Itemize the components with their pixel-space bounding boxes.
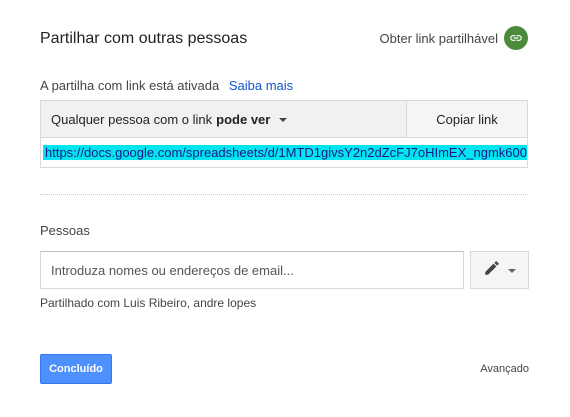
link-sharing-status: A partilha com link está ativada Saiba m… <box>40 78 293 93</box>
section-divider <box>40 194 528 195</box>
dialog-title: Partilhar com outras pessoas <box>40 30 248 47</box>
share-url-field[interactable]: https://docs.google.com/spreadsheets/d/1… <box>43 144 527 161</box>
people-section-label: Pessoas <box>40 223 90 238</box>
link-icon[interactable] <box>504 26 528 50</box>
people-input[interactable] <box>40 251 464 289</box>
learn-more-link[interactable]: Saiba mais <box>229 78 293 93</box>
link-access-prefix: Qualquer pessoa com o link <box>51 111 213 127</box>
link-sharing-panel: Qualquer pessoa com o link pode ver Copi… <box>40 100 528 168</box>
get-shareable-link-label: Obter link partilhável <box>379 30 499 46</box>
shared-with-text: Partilhado com Luis Ribeiro, andre lopes <box>40 296 257 310</box>
caret-down-icon <box>508 268 516 273</box>
copy-link-button[interactable]: Copiar link <box>407 101 527 138</box>
permission-dropdown-button[interactable] <box>470 251 529 289</box>
share-url-text[interactable]: https://docs.google.com/spreadsheets/d/1… <box>43 145 527 160</box>
link-access-level: pode ver <box>216 111 271 127</box>
advanced-link[interactable]: Avançado <box>480 363 529 375</box>
pencil-icon <box>483 259 501 282</box>
link-sharing-status-text: A partilha com link está ativada <box>40 78 220 93</box>
get-shareable-link-button[interactable]: Obter link partilhável <box>379 26 528 50</box>
caret-down-icon <box>279 117 288 122</box>
done-button[interactable]: Concluído <box>40 354 112 384</box>
link-access-dropdown[interactable]: Qualquer pessoa com o link pode ver <box>41 101 407 138</box>
share-dialog: Partilhar com outras pessoas Obter link … <box>0 0 570 417</box>
